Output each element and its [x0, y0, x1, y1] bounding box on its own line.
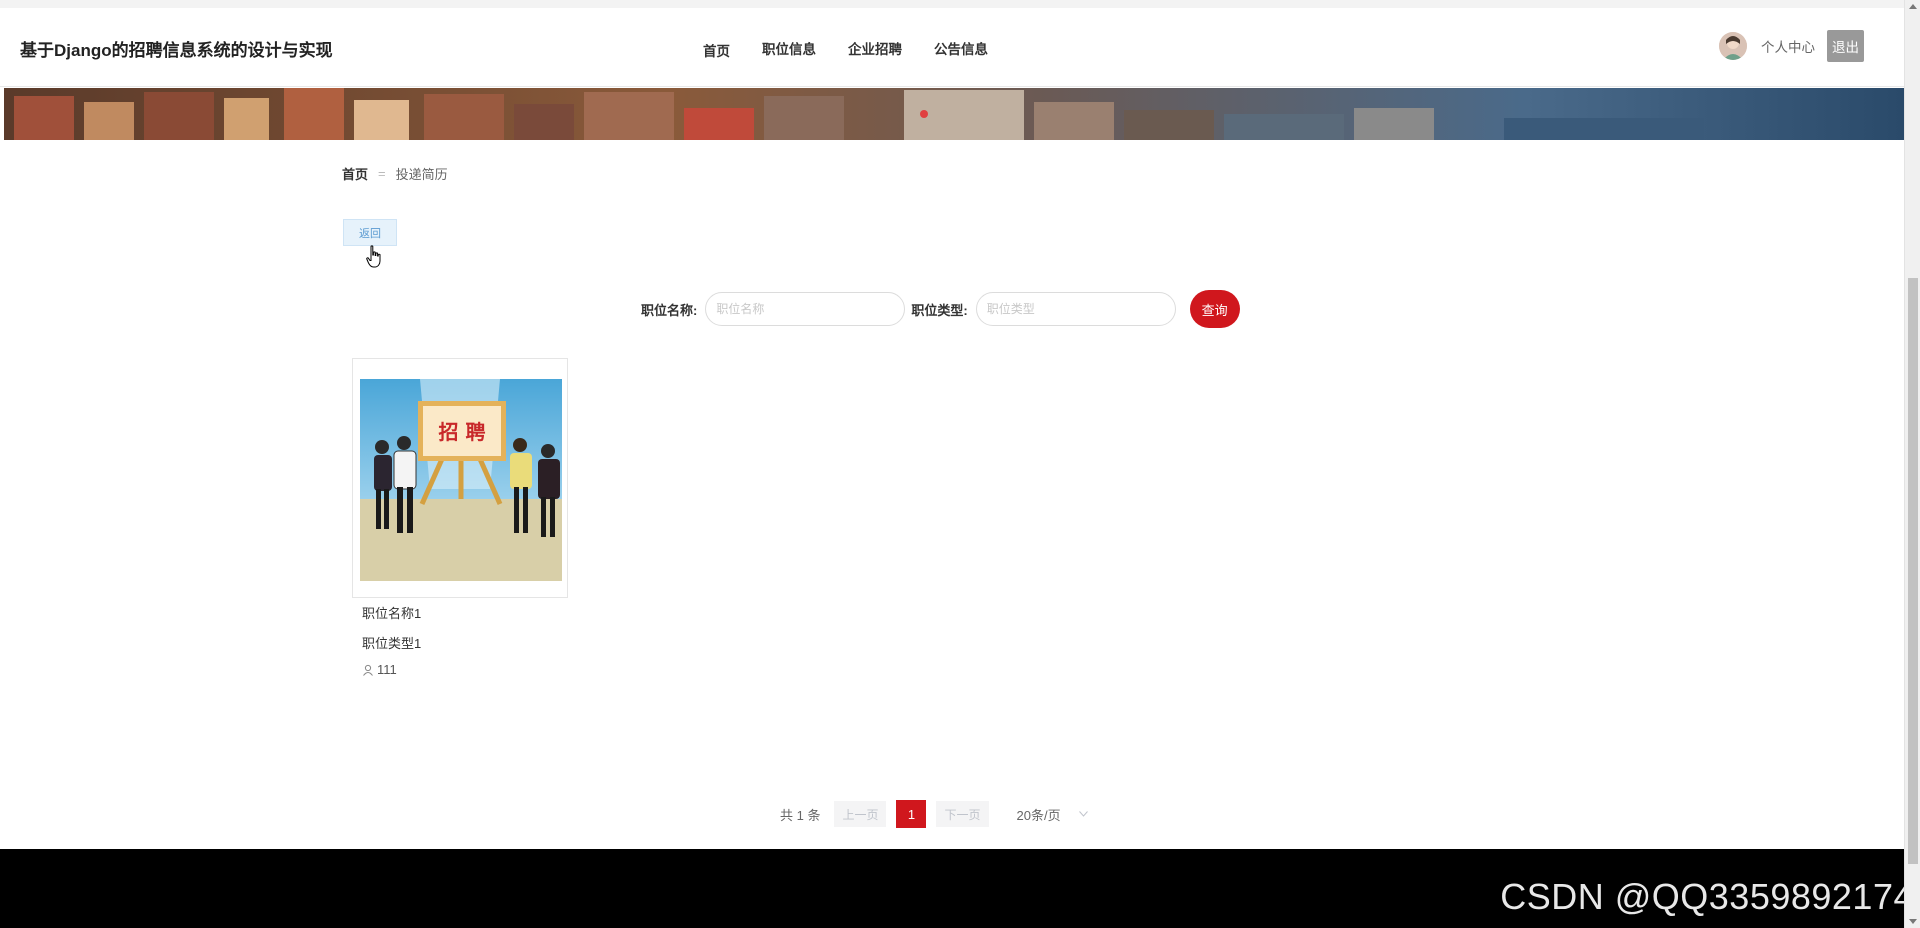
breadcrumb-home[interactable]: 首页 — [342, 164, 368, 183]
page-number-button[interactable]: 1 — [896, 800, 927, 828]
scroll-up-arrow-icon[interactable] — [1909, 4, 1917, 9]
job-type-input[interactable] — [975, 292, 1176, 326]
recruit-sign-text: 招 聘 — [439, 420, 486, 444]
pagination-total: 共 1 条 — [780, 807, 821, 823]
logout-button[interactable]: 退出 — [1827, 30, 1864, 62]
watermark: CSDN @QQ3359892174 — [1500, 876, 1914, 917]
chevron-down-icon — [1078, 811, 1088, 817]
search-button[interactable]: 查询 — [1189, 290, 1240, 328]
page-scrollbar[interactable] — [1904, 0, 1920, 928]
job-name-label: 职位名称: — [641, 302, 698, 318]
job-type-label: 职位类型: — [911, 302, 968, 318]
job-card-view-count: 111 — [377, 662, 397, 677]
avatar[interactable] — [1719, 32, 1747, 60]
hand-cursor-icon — [366, 245, 381, 268]
prev-page-button[interactable]: 上一页 — [834, 801, 887, 827]
nav-item-jobs[interactable]: 职位信息 — [762, 38, 816, 60]
job-card-name: 职位名称1 — [362, 606, 422, 621]
page-size-select[interactable]: 20条/页 — [1017, 805, 1088, 824]
scroll-thumb[interactable] — [1908, 278, 1918, 864]
nav-item-company-recruit[interactable]: 企业招聘 — [848, 38, 902, 60]
search-bar: 职位名称: 职位类型: 查询 — [641, 290, 1240, 328]
breadcrumb-separator: = — [378, 166, 386, 181]
next-page-button[interactable]: 下一页 — [936, 801, 989, 827]
job-card[interactable]: 招 聘 — [352, 358, 568, 598]
site-title: 基于Django的招聘信息系统的设计与实现 — [20, 41, 333, 60]
job-card-type: 职位类型1 — [362, 636, 422, 651]
breadcrumb: 首页 = 投递简历 — [342, 164, 448, 183]
breadcrumb-current: 投递简历 — [395, 167, 448, 182]
user-area: 个人中心 退出 — [1719, 30, 1864, 62]
nav-item-home[interactable]: 首页 — [703, 40, 730, 60]
site-header: 基于Django的招聘信息系统的设计与实现 首页 职位信息 企业招聘 公告信息 … — [0, 8, 1904, 87]
back-button[interactable]: 返回 — [343, 219, 397, 246]
page-size-label: 20条/页 — [1016, 807, 1061, 823]
job-card-image[interactable]: 招 聘 — [360, 379, 562, 581]
job-name-input[interactable] — [705, 292, 906, 326]
nav-item-notices[interactable]: 公告信息 — [934, 38, 988, 60]
scroll-down-arrow-icon[interactable] — [1909, 919, 1917, 924]
main-nav: 首页 职位信息 企业招聘 公告信息 — [703, 38, 1020, 60]
user-center-link[interactable]: 个人中心 — [1761, 36, 1815, 56]
job-card-views: 111 — [362, 662, 397, 677]
banner-image — [4, 88, 1904, 140]
pagination: 共 1 条 上一页 1 下一页 20条/页 — [780, 800, 1088, 828]
user-icon — [363, 664, 373, 676]
